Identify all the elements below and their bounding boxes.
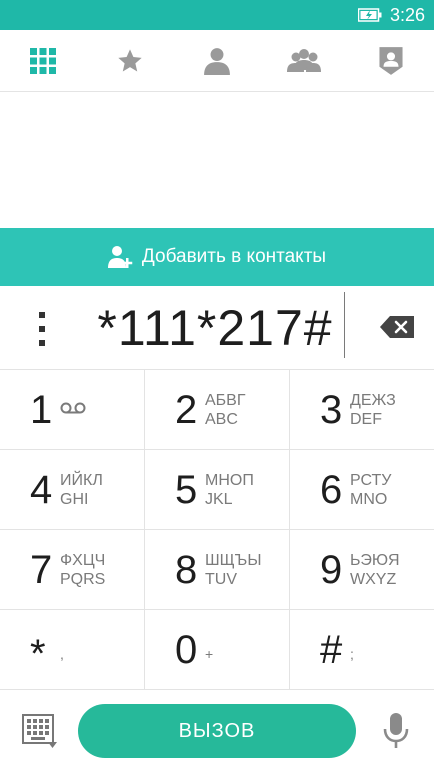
star-icon (118, 49, 142, 72)
phone-number-field[interactable] (60, 296, 370, 360)
key-7[interactable]: 7 ФХЦЧ PQRS (0, 530, 145, 610)
add-to-contacts-button[interactable]: Добавить в контакты (0, 228, 434, 286)
key-digit: 0 (175, 628, 198, 672)
key-hash[interactable]: # ; (290, 610, 434, 690)
key-1[interactable]: 1 (0, 370, 145, 450)
key-letters-cyrillic: ЬЭЮЯ (350, 552, 400, 569)
overflow-menu-icon[interactable] (36, 312, 48, 346)
key-9[interactable]: 9 ЬЭЮЯ WXYZ (290, 530, 434, 610)
tab-favorites[interactable] (87, 30, 173, 92)
bottom-bar: ВЫЗОВ (0, 690, 434, 772)
key-letters-latin: MNO (350, 491, 388, 508)
key-digit: 3 (320, 388, 343, 432)
person-icon (204, 48, 230, 75)
add-person-icon (107, 246, 133, 268)
key-letters-latin: JKL (205, 491, 233, 508)
key-sub: + (205, 646, 214, 662)
key-digit: * (30, 632, 46, 676)
key-letters-latin: DEF (350, 411, 382, 428)
key-digit: 5 (175, 468, 198, 512)
tab-groups[interactable] (261, 30, 347, 92)
status-time: 3:26 (390, 5, 426, 25)
key-digit: 1 (30, 388, 53, 432)
group-icon (287, 49, 321, 72)
status-bar: 3:26 (0, 0, 434, 30)
key-4[interactable]: 4 ИЙКЛ GHI (0, 450, 145, 530)
text-cursor (344, 292, 345, 358)
key-digit: # (320, 628, 343, 672)
dialpad: 1 2 АБВГ ABC 3 ДЕЖЗ DEF 4 ИЙКЛ GHI 5 МНО… (0, 370, 434, 690)
number-entry-row (0, 286, 434, 370)
tab-bar (0, 30, 434, 92)
key-digit: 4 (30, 468, 53, 512)
key-letters-latin: TUV (205, 571, 237, 588)
key-letters-cyrillic: ДЕЖЗ (350, 392, 396, 409)
tab-profile[interactable] (348, 30, 434, 92)
key-5[interactable]: 5 МНОП JKL (145, 450, 290, 530)
key-2[interactable]: 2 АБВГ ABC (145, 370, 290, 450)
microphone-icon[interactable] (382, 712, 410, 750)
tab-contacts[interactable] (174, 30, 260, 92)
battery-charging-icon (358, 8, 382, 22)
key-letters-cyrillic: МНОП (205, 472, 254, 489)
key-sub: , (60, 646, 64, 662)
key-6[interactable]: 6 РСТУ MNO (290, 450, 434, 530)
key-letters-cyrillic: ФХЦЧ (60, 552, 106, 569)
backspace-icon[interactable] (380, 316, 414, 338)
key-0[interactable]: 0 + (145, 610, 290, 690)
key-digit: 6 (320, 468, 343, 512)
key-digit: 8 (175, 548, 198, 592)
key-8[interactable]: 8 ШЩЪЫ TUV (145, 530, 290, 610)
key-letters-latin: GHI (60, 491, 89, 508)
dialpad-grid-icon (30, 48, 56, 74)
tab-dialpad[interactable] (0, 30, 86, 92)
key-letters-cyrillic: РСТУ (350, 472, 392, 489)
add-to-contacts-label: Добавить в контакты (141, 246, 327, 267)
key-letters-latin: PQRS (60, 571, 106, 588)
call-button[interactable]: ВЫЗОВ (78, 704, 356, 758)
key-letters-cyrillic: ШЩЪЫ (205, 552, 262, 569)
key-letters-latin: ABC (205, 411, 238, 428)
key-3[interactable]: 3 ДЕЖЗ DEF (290, 370, 434, 450)
key-letters-cyrillic: АБВГ (205, 392, 246, 409)
key-digit: 2 (175, 388, 198, 432)
dialpad-toggle-icon[interactable] (22, 714, 58, 750)
suggestions-area (0, 92, 434, 228)
key-letters-latin: WXYZ (350, 571, 397, 588)
key-digit: 7 (30, 548, 53, 592)
key-sub: ; (350, 646, 354, 662)
key-digit: 9 (320, 548, 343, 592)
key-letters-cyrillic: ИЙКЛ (60, 472, 103, 489)
badge-icon (379, 47, 403, 75)
voicemail-icon (60, 402, 86, 414)
key-star[interactable]: * , (0, 610, 145, 690)
